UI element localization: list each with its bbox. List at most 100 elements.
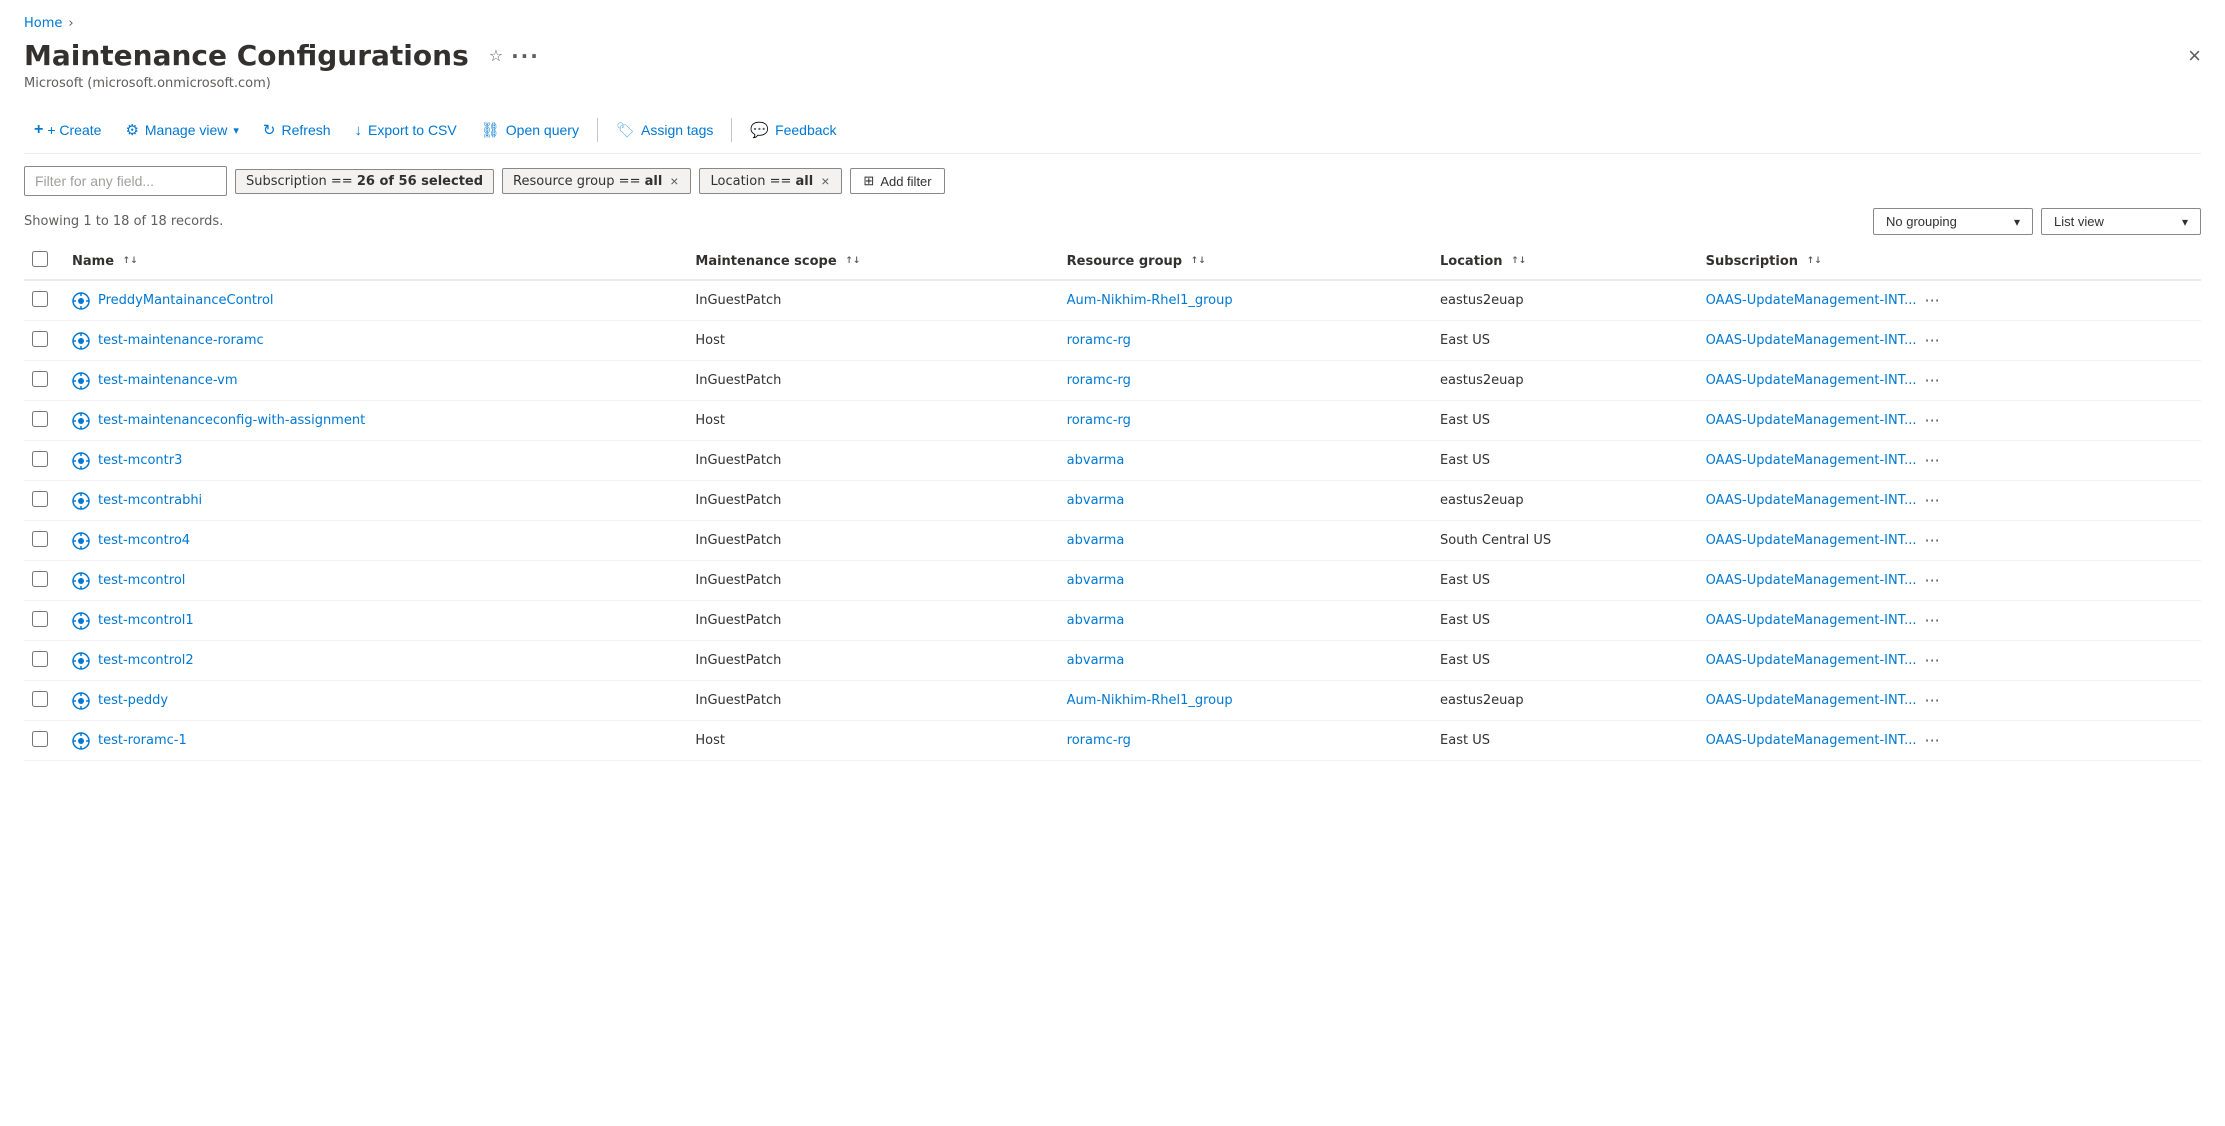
- row-checkbox-10[interactable]: [32, 691, 48, 707]
- row-checkbox-6[interactable]: [32, 531, 48, 547]
- row-checkbox-cell[interactable]: [24, 681, 60, 721]
- pin-icon[interactable]: ☆: [489, 46, 503, 65]
- col-resource-group[interactable]: Resource group ↑↓: [1055, 243, 1428, 280]
- row-name-link[interactable]: test-mcontrol2: [72, 652, 671, 670]
- col-name[interactable]: Name ↑↓: [60, 243, 683, 280]
- row-subscription-link[interactable]: OAAS-UpdateManagement-INT...: [1706, 413, 1917, 428]
- row-more-button[interactable]: ···: [1925, 651, 1940, 670]
- select-all-checkbox[interactable]: [32, 251, 48, 267]
- location-filter-clear[interactable]: ×: [819, 173, 831, 189]
- row-checkbox-8[interactable]: [32, 611, 48, 627]
- row-name-text[interactable]: test-mcontro4: [98, 533, 190, 548]
- row-rg-link[interactable]: abvarma: [1067, 653, 1125, 668]
- col-subscription[interactable]: Subscription ↑↓: [1694, 243, 2201, 280]
- row-checkbox-cell[interactable]: [24, 280, 60, 321]
- row-checkbox-5[interactable]: [32, 491, 48, 507]
- row-rg-link[interactable]: abvarma: [1067, 453, 1125, 468]
- row-more-button[interactable]: ···: [1925, 531, 1940, 550]
- feedback-button[interactable]: 💬 Feedback: [740, 115, 846, 145]
- row-name-link[interactable]: test-roramc-1: [72, 732, 671, 750]
- row-checkbox-1[interactable]: [32, 331, 48, 347]
- row-checkbox-7[interactable]: [32, 571, 48, 587]
- row-rg-link[interactable]: roramc-rg: [1067, 373, 1131, 388]
- row-checkbox-cell[interactable]: [24, 641, 60, 681]
- row-checkbox-11[interactable]: [32, 731, 48, 747]
- export-csv-button[interactable]: ↓ Export to CSV: [345, 116, 467, 145]
- row-checkbox-3[interactable]: [32, 411, 48, 427]
- row-checkbox-2[interactable]: [32, 371, 48, 387]
- row-name-text[interactable]: test-maintenance-vm: [98, 373, 238, 388]
- row-rg-link[interactable]: abvarma: [1067, 573, 1125, 588]
- filter-input[interactable]: [24, 166, 227, 196]
- row-name-link[interactable]: test-maintenance-vm: [72, 372, 671, 390]
- row-rg-link[interactable]: Aum-Nikhim-Rhel1_group: [1067, 693, 1233, 708]
- row-subscription-link[interactable]: OAAS-UpdateManagement-INT...: [1706, 373, 1917, 388]
- row-name-link[interactable]: test-mcontrol1: [72, 612, 671, 630]
- row-more-button[interactable]: ···: [1925, 411, 1940, 430]
- breadcrumb-home[interactable]: Home: [24, 16, 62, 31]
- row-name-link[interactable]: test-mcontrabhi: [72, 492, 671, 510]
- row-subscription-link[interactable]: OAAS-UpdateManagement-INT...: [1706, 613, 1917, 628]
- manage-view-button[interactable]: ⚙ Manage view ▾: [115, 115, 248, 145]
- row-name-text[interactable]: test-mcontrol: [98, 573, 185, 588]
- row-checkbox-cell[interactable]: [24, 601, 60, 641]
- row-rg-link[interactable]: roramc-rg: [1067, 333, 1131, 348]
- assign-tags-button[interactable]: 🏷 Assign tags: [606, 115, 723, 145]
- row-more-button[interactable]: ···: [1925, 611, 1940, 630]
- resource-group-filter-clear[interactable]: ×: [668, 173, 680, 189]
- row-checkbox-cell[interactable]: [24, 721, 60, 761]
- row-name-link[interactable]: test-mcontro4: [72, 532, 671, 550]
- row-name-text[interactable]: test-roramc-1: [98, 733, 187, 748]
- row-subscription-link[interactable]: OAAS-UpdateManagement-INT...: [1706, 293, 1917, 308]
- row-rg-link[interactable]: abvarma: [1067, 613, 1125, 628]
- row-name-link[interactable]: test-mcontrol: [72, 572, 671, 590]
- row-name-link[interactable]: test-mcontr3: [72, 452, 671, 470]
- row-rg-link[interactable]: abvarma: [1067, 533, 1125, 548]
- row-subscription-link[interactable]: OAAS-UpdateManagement-INT...: [1706, 653, 1917, 668]
- row-rg-link[interactable]: roramc-rg: [1067, 733, 1131, 748]
- row-subscription-link[interactable]: OAAS-UpdateManagement-INT...: [1706, 453, 1917, 468]
- row-name-text[interactable]: test-maintenanceconfig-with-assignment: [98, 413, 365, 428]
- row-checkbox-cell[interactable]: [24, 561, 60, 601]
- more-icon[interactable]: ···: [511, 44, 540, 68]
- row-name-link[interactable]: test-maintenance-roramc: [72, 332, 671, 350]
- row-more-button[interactable]: ···: [1925, 691, 1940, 710]
- refresh-button[interactable]: ↻ Refresh: [253, 115, 341, 145]
- row-more-button[interactable]: ···: [1925, 571, 1940, 590]
- create-button[interactable]: + + Create: [24, 115, 111, 145]
- grouping-dropdown[interactable]: No grouping ▾: [1873, 208, 2033, 235]
- row-name-text[interactable]: test-maintenance-roramc: [98, 333, 264, 348]
- row-rg-link[interactable]: abvarma: [1067, 493, 1125, 508]
- row-name-text[interactable]: PreddyMantainanceControl: [98, 293, 274, 308]
- row-checkbox-cell[interactable]: [24, 481, 60, 521]
- row-checkbox-cell[interactable]: [24, 321, 60, 361]
- row-more-button[interactable]: ···: [1925, 291, 1940, 310]
- row-more-button[interactable]: ···: [1925, 491, 1940, 510]
- col-scope[interactable]: Maintenance scope ↑↓: [683, 243, 1054, 280]
- row-more-button[interactable]: ···: [1925, 731, 1940, 750]
- row-checkbox-9[interactable]: [32, 651, 48, 667]
- row-name-link[interactable]: test-maintenanceconfig-with-assignment: [72, 412, 671, 430]
- row-name-link[interactable]: test-peddy: [72, 692, 671, 710]
- row-checkbox-cell[interactable]: [24, 521, 60, 561]
- row-subscription-link[interactable]: OAAS-UpdateManagement-INT...: [1706, 533, 1917, 548]
- open-query-button[interactable]: ⛓ Open query: [471, 115, 589, 145]
- add-filter-button[interactable]: ⊞ Add filter: [850, 168, 944, 194]
- select-all-header[interactable]: [24, 243, 60, 280]
- row-subscription-link[interactable]: OAAS-UpdateManagement-INT...: [1706, 333, 1917, 348]
- col-location[interactable]: Location ↑↓: [1428, 243, 1694, 280]
- row-subscription-link[interactable]: OAAS-UpdateManagement-INT...: [1706, 573, 1917, 588]
- row-checkbox-cell[interactable]: [24, 441, 60, 481]
- row-checkbox-4[interactable]: [32, 451, 48, 467]
- row-name-text[interactable]: test-peddy: [98, 693, 168, 708]
- row-more-button[interactable]: ···: [1925, 331, 1940, 350]
- row-checkbox-cell[interactable]: [24, 361, 60, 401]
- row-rg-link[interactable]: roramc-rg: [1067, 413, 1131, 428]
- row-name-text[interactable]: test-mcontr3: [98, 453, 182, 468]
- row-name-text[interactable]: test-mcontrabhi: [98, 493, 202, 508]
- row-name-text[interactable]: test-mcontrol2: [98, 653, 194, 668]
- row-subscription-link[interactable]: OAAS-UpdateManagement-INT...: [1706, 493, 1917, 508]
- close-button[interactable]: ×: [2188, 43, 2201, 69]
- row-name-link[interactable]: PreddyMantainanceControl: [72, 292, 671, 310]
- list-view-dropdown[interactable]: List view ▾: [2041, 208, 2201, 235]
